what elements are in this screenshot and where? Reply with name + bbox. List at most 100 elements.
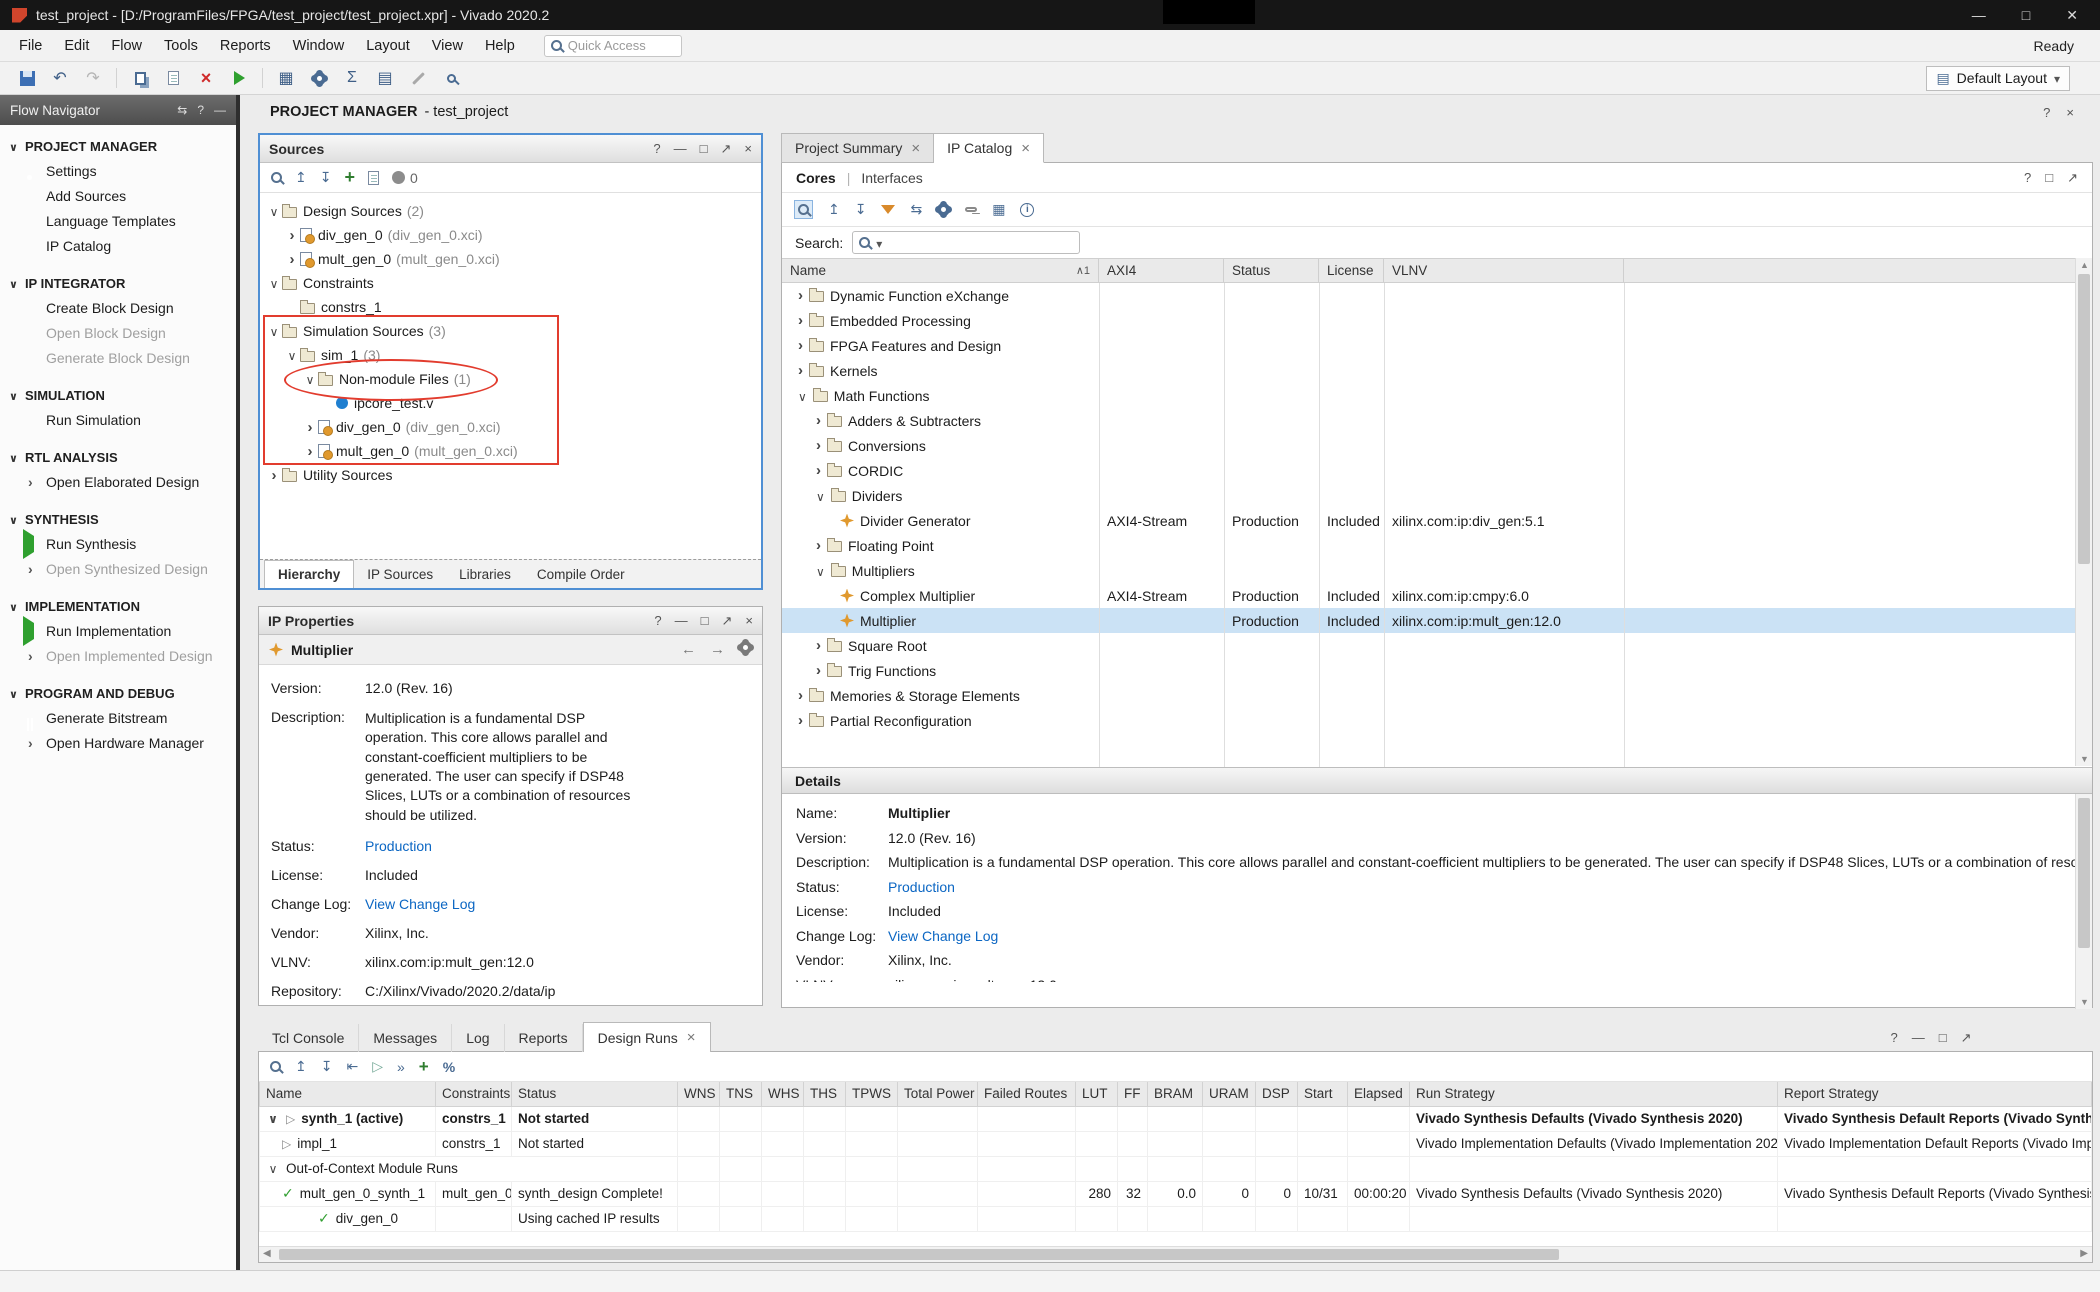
expander-icon[interactable] [284, 251, 300, 268]
tree-item-utility-sources[interactable]: Utility Sources [260, 463, 761, 487]
details-scrollbar[interactable]: ▼ [2075, 794, 2092, 1009]
column-uram[interactable]: URAM [1203, 1082, 1256, 1106]
float-panel-icon[interactable]: ↗ [1961, 1030, 1972, 1046]
expander-icon[interactable] [266, 323, 282, 339]
settings-gear-icon[interactable] [306, 66, 332, 90]
column-total-power[interactable]: Total Power [898, 1082, 978, 1106]
menu-layout[interactable]: Layout [355, 33, 421, 59]
section-header-rtl-analysis[interactable]: RTL ANALYSIS [0, 446, 236, 469]
menu-edit[interactable]: Edit [53, 33, 100, 59]
filter-icon[interactable] [881, 205, 895, 214]
redo-icon[interactable]: ↷ [80, 66, 106, 90]
tab-libraries[interactable]: Libraries [446, 560, 524, 588]
expander-icon[interactable] [816, 488, 825, 504]
section-header-ip-integrator[interactable]: IP INTEGRATOR [0, 272, 236, 295]
forward-icon[interactable]: → [710, 641, 725, 658]
tree-item-constraints[interactable]: Constraints [260, 271, 761, 295]
tab-ip-catalog[interactable]: IP Catalog [934, 133, 1044, 163]
expander-icon[interactable] [302, 371, 318, 387]
column-bram[interactable]: BRAM [1148, 1082, 1203, 1106]
catalog-row-complex-multiplier[interactable]: Complex MultiplierAXI4-StreamProductionI… [782, 583, 2092, 608]
gear-icon[interactable] [739, 641, 752, 654]
expander-icon[interactable] [816, 412, 821, 429]
vertical-scrollbar[interactable]: ▲ ▼ [2075, 258, 2092, 766]
skip-ahead-icon[interactable]: » [397, 1059, 405, 1075]
tab-project-summary[interactable]: Project Summary [781, 133, 934, 163]
expander-icon[interactable] [816, 563, 825, 579]
column-tns[interactable]: TNS [720, 1082, 762, 1106]
field-value-status[interactable]: Production [365, 838, 432, 854]
expander-icon[interactable] [816, 637, 821, 654]
run-group-out-of-context[interactable]: Out-of-Context Module Runs [260, 1156, 2092, 1181]
tab-design-runs[interactable]: Design Runs [583, 1022, 711, 1052]
sources-panel-header[interactable]: Sources ? — □ ↗ × [260, 135, 761, 163]
expander-icon[interactable] [798, 287, 803, 304]
create-runs-icon[interactable]: + [419, 1057, 429, 1077]
flow-item-run-synthesis[interactable]: Run Synthesis [0, 531, 236, 556]
column-vlnv[interactable]: VLNV [1384, 259, 1624, 282]
flow-item-open-elaborated-design[interactable]: Open Elaborated Design [0, 469, 236, 494]
minimize-panel-icon[interactable]: — [674, 141, 687, 157]
toggle-percent-icon[interactable]: % [443, 1059, 455, 1075]
column-tpws[interactable]: TPWS [846, 1082, 898, 1106]
expander-icon[interactable] [816, 462, 821, 479]
tree-item-mult-gen[interactable]: mult_gen_0(mult_gen_0.xci) [260, 247, 761, 271]
minimize-panel-icon[interactable]: — [675, 613, 688, 629]
column-elapsed[interactable]: Elapsed [1348, 1082, 1410, 1106]
float-panel-icon[interactable]: ↗ [2067, 170, 2078, 186]
catalog-row-divider-generator[interactable]: Divider GeneratorAXI4-StreamProductionIn… [782, 508, 2092, 533]
tree-item-simulation-sources[interactable]: Simulation Sources(3) [260, 319, 761, 343]
column-license[interactable]: License [1319, 259, 1384, 282]
catalog-row-multiplier[interactable]: MultiplierProductionIncludedxilinx.com:i… [782, 608, 2092, 633]
maximize-panel-icon[interactable]: □ [700, 141, 708, 157]
flow-item-run-implementation[interactable]: Run Implementation [0, 618, 236, 643]
expander-icon[interactable] [816, 662, 821, 679]
tree-item-design-sources[interactable]: Design Sources(2) [260, 199, 761, 223]
add-sources-icon[interactable]: + [344, 167, 355, 188]
expander-icon[interactable] [284, 347, 300, 363]
catalog-row[interactable]: Dividers [782, 483, 2092, 508]
expand-all-icon[interactable]: ↧ [320, 169, 332, 186]
float-panel-icon[interactable]: ↗ [721, 141, 732, 157]
messages-badge[interactable]: 0 [392, 170, 418, 186]
close-panel-icon[interactable]: × [744, 141, 752, 157]
swap-icon[interactable]: ⇆ [177, 103, 187, 117]
search-icon[interactable] [794, 200, 813, 219]
details-header[interactable]: Details [782, 767, 2092, 794]
minimize-panel-icon[interactable]: — [1912, 1030, 1925, 1046]
column-ths[interactable]: THS [804, 1082, 846, 1106]
section-header-simulation[interactable]: SIMULATION [0, 384, 236, 407]
catalog-row[interactable]: Math Functions [782, 383, 2092, 408]
launch-runs-icon[interactable]: ▷ [372, 1058, 383, 1075]
column-axi4[interactable]: AXI4 [1099, 259, 1224, 282]
horizontal-scrollbar[interactable]: ◀ ▶ [259, 1246, 2092, 1262]
maximize-button[interactable]: □ [2022, 7, 2030, 23]
flow-item-generate-block-design[interactable]: Generate Block Design [0, 345, 236, 370]
expander-icon[interactable] [798, 312, 803, 329]
layout-grid-icon[interactable]: ▤ [372, 66, 398, 90]
debug-probe-icon[interactable] [438, 66, 464, 90]
maximize-panel-icon[interactable]: □ [701, 613, 709, 629]
tree-item-sim-mult-gen[interactable]: mult_gen_0(mult_gen_0.xci) [260, 439, 761, 463]
flow-item-ip-catalog[interactable]: IP Catalog [0, 233, 236, 258]
flow-item-generate-bitstream[interactable]: Generate Bitstream [0, 705, 236, 730]
catalog-row[interactable]: FPGA Features and Design [782, 333, 2092, 358]
flow-item-open-synthesized-design[interactable]: Open Synthesized Design [0, 556, 236, 581]
run-row-mult-gen-synth[interactable]: mult_gen_0_synth_1 mult_gen_0 synth_desi… [260, 1181, 2092, 1206]
copy-icon[interactable] [127, 66, 153, 90]
expander-icon[interactable] [302, 419, 318, 436]
undo-icon[interactable]: ↶ [47, 66, 73, 90]
tree-item-ipcore-test-v[interactable]: ipcore_test.v [260, 391, 761, 415]
tab-log[interactable]: Log [452, 1024, 504, 1052]
column-name[interactable]: Name [260, 1082, 436, 1106]
maximize-panel-icon[interactable]: □ [2045, 170, 2053, 186]
section-header-implementation[interactable]: IMPLEMENTATION [0, 595, 236, 618]
menu-view[interactable]: View [421, 33, 474, 59]
quick-access-search[interactable]: Quick Access [544, 35, 682, 57]
catalog-search-input[interactable] [852, 231, 1080, 254]
help-icon[interactable]: ? [654, 613, 661, 629]
expander-icon[interactable] [284, 227, 300, 244]
expander-icon[interactable] [266, 467, 282, 484]
flow-item-open-block-design[interactable]: Open Block Design [0, 320, 236, 345]
minimize-button[interactable]: — [1972, 7, 1986, 23]
